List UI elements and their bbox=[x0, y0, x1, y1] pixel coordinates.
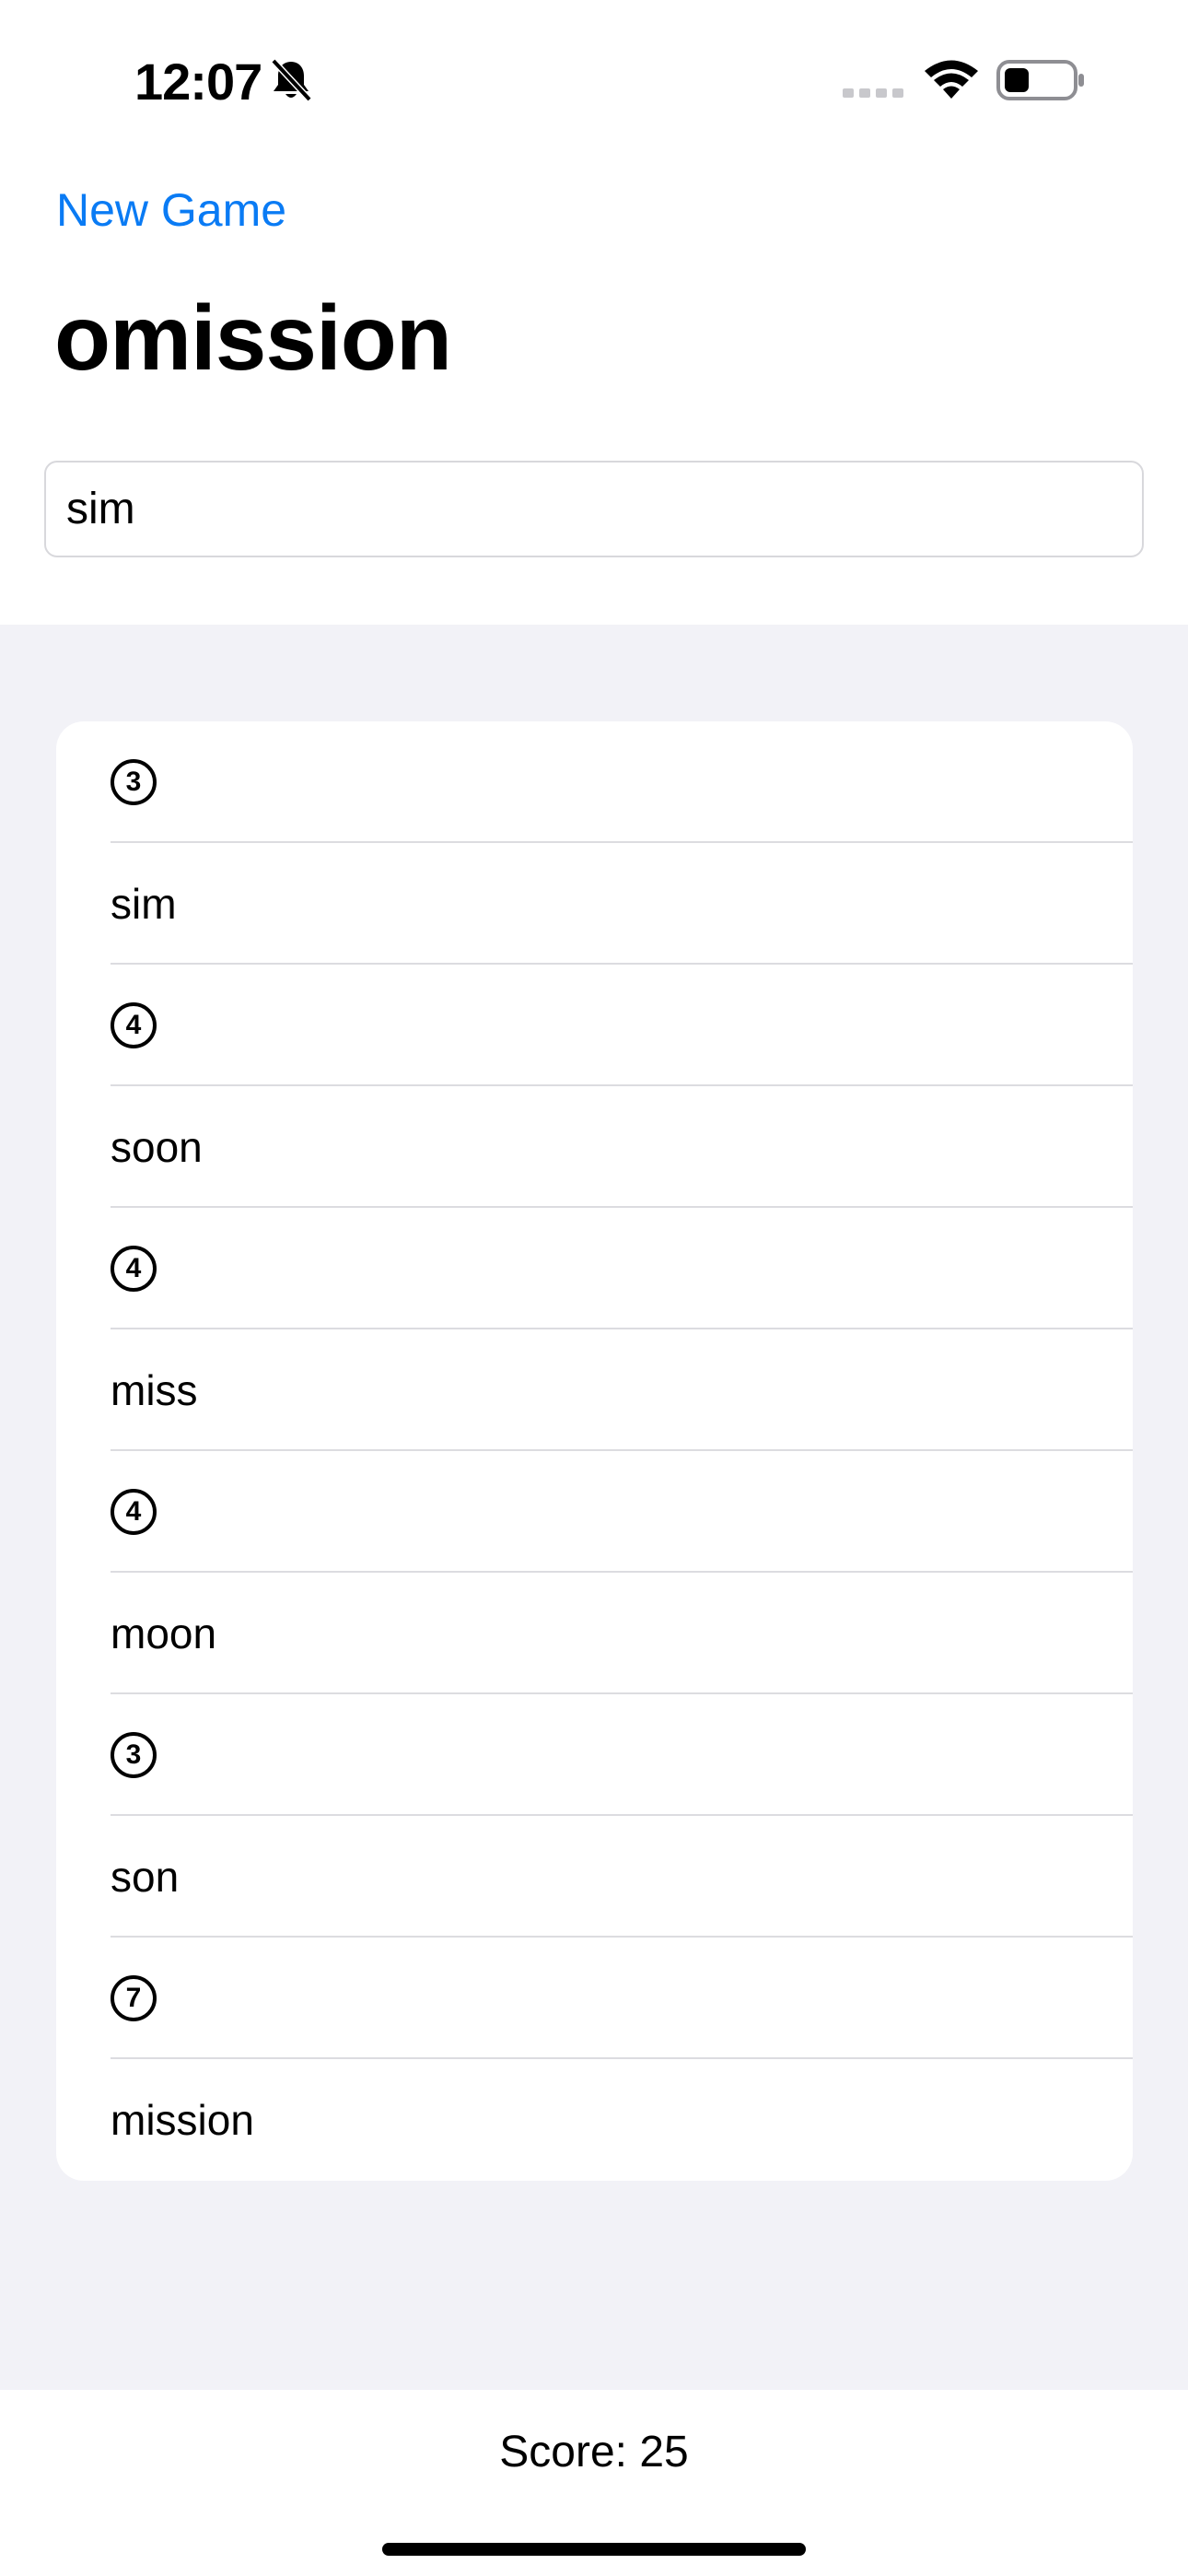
home-indicator[interactable] bbox=[382, 2543, 806, 2556]
list-item: 3 bbox=[56, 721, 1133, 843]
word-text: soon bbox=[111, 1123, 203, 1171]
battery-icon bbox=[996, 60, 1084, 100]
new-game-button[interactable]: New Game bbox=[56, 183, 286, 237]
header: New Game omission bbox=[0, 157, 1188, 625]
circled-number-icon: 3 bbox=[111, 1732, 157, 1778]
score-label: Score: 25 bbox=[499, 2428, 689, 2476]
list-item: son bbox=[56, 1816, 1133, 1938]
status-bar: 12:07 bbox=[0, 0, 1188, 157]
list-item: 4 bbox=[56, 1208, 1133, 1329]
list-item: miss bbox=[56, 1329, 1133, 1451]
list-item: sim bbox=[56, 843, 1133, 965]
list-item: 4 bbox=[56, 1451, 1133, 1573]
word-text: moon bbox=[111, 1610, 217, 1657]
word-text: miss bbox=[111, 1366, 198, 1414]
screen: 12:07 New Game omission sim 3 sim 4 soon… bbox=[0, 0, 1188, 2576]
list-item: 7 bbox=[56, 1938, 1133, 2059]
list-item: soon bbox=[56, 1086, 1133, 1208]
status-time: 12:07 bbox=[134, 53, 262, 111]
word-text: mission bbox=[111, 2096, 254, 2144]
circled-number-icon: 3 bbox=[111, 759, 157, 805]
word-text: son bbox=[111, 1853, 180, 1901]
list-item: 3 bbox=[56, 1694, 1133, 1816]
footer: Score: 25 bbox=[0, 2390, 1188, 2576]
word-text: sim bbox=[111, 880, 177, 928]
circled-number-icon: 4 bbox=[111, 1002, 157, 1048]
page-title: omission bbox=[54, 287, 452, 390]
cellular-signal-icon bbox=[843, 88, 903, 98]
bell-slash-icon bbox=[271, 58, 312, 102]
list-item: mission bbox=[56, 2059, 1133, 2181]
word-input[interactable] bbox=[44, 461, 1144, 557]
words-list: 3 sim 4 soon 4 miss 4 moon 3 son 7 missi… bbox=[56, 721, 1133, 2181]
list-item: moon bbox=[56, 1573, 1133, 1694]
words-list-area: 3 sim 4 soon 4 miss 4 moon 3 son 7 missi… bbox=[0, 625, 1188, 2390]
circled-number-icon: 4 bbox=[111, 1246, 157, 1292]
list-item: 4 bbox=[56, 965, 1133, 1086]
wifi-icon bbox=[925, 60, 978, 99]
circled-number-icon: 7 bbox=[111, 1975, 157, 2021]
circled-number-icon: 4 bbox=[111, 1489, 157, 1535]
